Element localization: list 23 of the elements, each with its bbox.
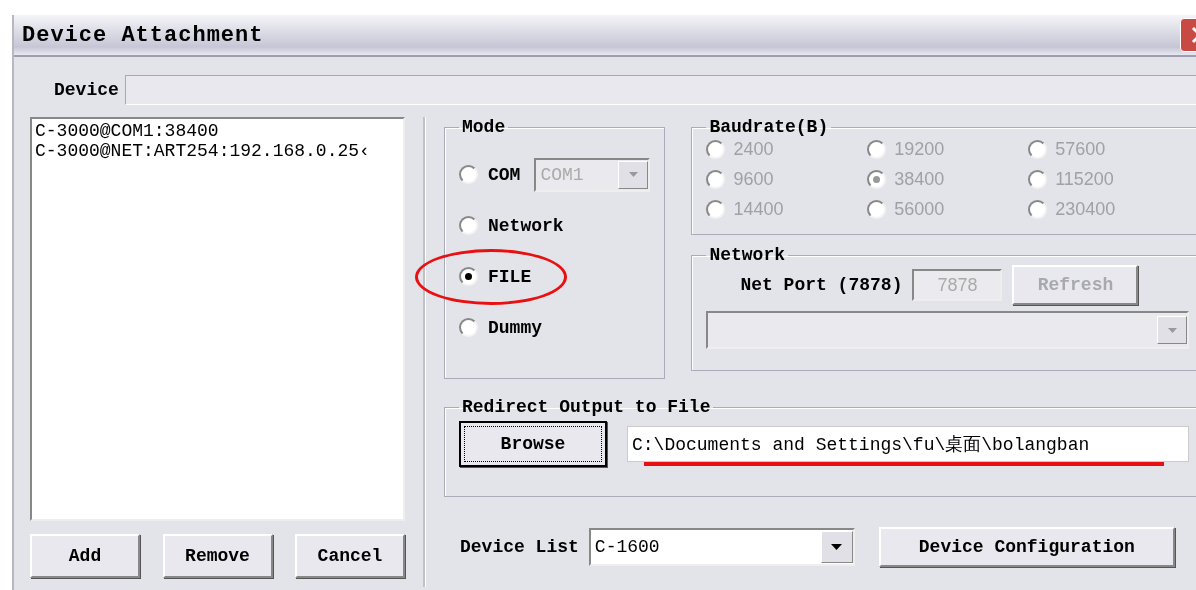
mode-radio[interactable]: FILE xyxy=(459,266,532,287)
device-entry[interactable]: C-3000@NET:ART254:192.168.0.25‹ xyxy=(35,141,400,161)
device-label: Device xyxy=(54,80,119,100)
device-configuration-button[interactable]: Device Configuration xyxy=(878,527,1175,567)
dialog-button[interactable]: Cancel xyxy=(295,534,405,578)
device-entry[interactable]: C-3000@COM1:38400 xyxy=(35,121,400,141)
browse-button[interactable]: Browse xyxy=(459,421,607,467)
group-title: Mode xyxy=(461,117,507,137)
mode-radio[interactable]: Dummy xyxy=(459,317,542,338)
device-list-box[interactable]: C-3000@COM1:38400 C-3000@NET:ART254:192.168.0.25‹ xyxy=(30,117,405,521)
window-title: Device Attachment xyxy=(22,22,264,48)
device-list-dropdown[interactable]: C-1600 xyxy=(588,528,855,566)
group-title: Network xyxy=(708,245,787,265)
device-field[interactable] xyxy=(124,75,1196,105)
mode-radio[interactable]: Network xyxy=(459,215,564,236)
group-title: Baudrate(B) xyxy=(708,117,830,137)
group-title: Redirect Output to File xyxy=(461,397,712,417)
device-list-label: Device List xyxy=(460,537,579,557)
net-port-label: Net Port (7878) xyxy=(740,275,903,295)
dialog-button[interactable]: Add xyxy=(30,534,140,578)
network-dropdown[interactable] xyxy=(706,311,1189,349)
dialog-button[interactable]: Remove xyxy=(162,534,273,578)
mode-radio[interactable]: COM xyxy=(459,164,521,185)
